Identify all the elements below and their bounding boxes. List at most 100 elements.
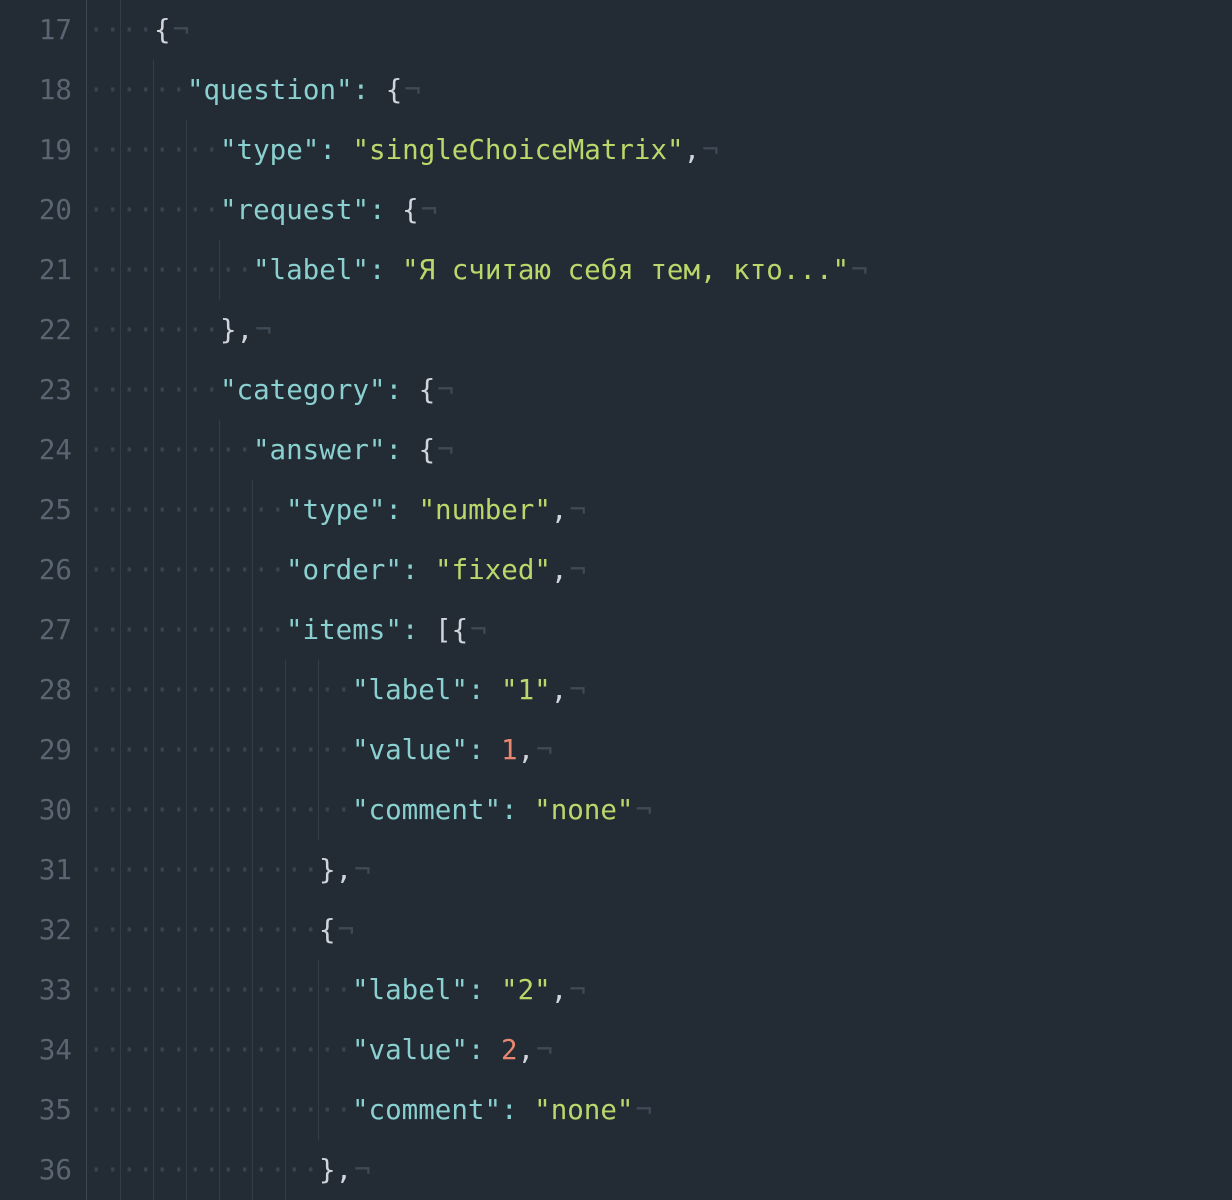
token-plain: [402, 374, 419, 406]
code-line[interactable]: 34················"value": 2,¬: [0, 1020, 1232, 1080]
token-plain: ,: [336, 1154, 353, 1186]
token-plain: ,: [518, 734, 535, 766]
indent-guide: ··: [120, 240, 154, 300]
line-number: 19: [0, 120, 88, 180]
code-content[interactable]: ··········"answer": {¬: [88, 420, 1232, 480]
code-content[interactable]: ············"order": "fixed",¬: [88, 540, 1232, 600]
code-line[interactable]: 29················"value": 1,¬: [0, 720, 1232, 780]
code-content[interactable]: ····{¬: [88, 0, 1232, 60]
indent-guide: ··: [153, 420, 187, 480]
code-line[interactable]: 25············"type": "number",¬: [0, 480, 1232, 540]
eol-marker: ¬: [354, 1154, 371, 1186]
code-line[interactable]: 31··············},¬: [0, 840, 1232, 900]
indent-guide: ··: [120, 60, 154, 120]
code-content[interactable]: ········},¬: [88, 300, 1232, 360]
code-content[interactable]: ··············},¬: [88, 840, 1232, 900]
code-line[interactable]: 24··········"answer": {¬: [0, 420, 1232, 480]
indent-guide: ··: [186, 660, 220, 720]
indent-guide: ··: [186, 240, 220, 300]
code-content[interactable]: ················"label": "2",¬: [88, 960, 1232, 1020]
indent-guide: ··: [120, 660, 154, 720]
code-content[interactable]: ············"items": [{¬: [88, 600, 1232, 660]
line-number: 21: [0, 240, 88, 300]
indent-guide: ··: [219, 1140, 253, 1200]
code-line[interactable]: 32··············{¬: [0, 900, 1232, 960]
indent-guide: ··: [219, 840, 253, 900]
token-key: :: [468, 974, 485, 1006]
indent-guide: ··: [252, 840, 286, 900]
indent-guide: ··: [153, 1020, 187, 1080]
eol-marker: ¬: [338, 914, 355, 946]
eol-marker: ¬: [404, 74, 421, 106]
token-plain: [386, 194, 403, 226]
indent-guide: ··: [88, 900, 121, 960]
eol-marker: ¬: [536, 1034, 553, 1066]
code-line[interactable]: 22········},¬: [0, 300, 1232, 360]
eol-marker: ¬: [851, 254, 868, 286]
code-content[interactable]: ················"comment": "none"¬: [88, 1080, 1232, 1140]
code-line[interactable]: 18······"question": {¬: [0, 60, 1232, 120]
code-content[interactable]: ················"value": 2,¬: [88, 1020, 1232, 1080]
code-line[interactable]: 26············"order": "fixed",¬: [0, 540, 1232, 600]
eol-marker: ¬: [569, 974, 586, 1006]
line-number: 26: [0, 540, 88, 600]
indent-guide: ··: [285, 1080, 319, 1140]
code-line[interactable]: 21··········"label": "Я считаю себя тем,…: [0, 240, 1232, 300]
line-number: 22: [0, 300, 88, 360]
code-line[interactable]: 35················"comment": "none"¬: [0, 1080, 1232, 1140]
indent-guide: ··: [186, 720, 220, 780]
token-key: "label": [352, 974, 468, 1006]
indent-guide: ··: [153, 1140, 187, 1200]
indent-guide: ··: [252, 660, 286, 720]
code-line[interactable]: 28················"label": "1",¬: [0, 660, 1232, 720]
code-content[interactable]: ················"comment": "none"¬: [88, 780, 1232, 840]
token-plain: [385, 254, 402, 286]
code-content[interactable]: ········"category": {¬: [88, 360, 1232, 420]
token-key: "order": [286, 554, 402, 586]
code-line[interactable]: 20········"request": {¬: [0, 180, 1232, 240]
code-line[interactable]: 30················"comment": "none"¬: [0, 780, 1232, 840]
indent-guide: ··: [285, 900, 319, 960]
token-num: 2: [501, 1034, 518, 1066]
code-content[interactable]: ······"question": {¬: [88, 60, 1232, 120]
line-number: 28: [0, 660, 88, 720]
code-content[interactable]: ················"value": 1,¬: [88, 720, 1232, 780]
token-key: "value": [352, 734, 468, 766]
indent-guide: ··: [285, 840, 319, 900]
token-plain: {: [452, 614, 469, 646]
code-content[interactable]: ··········"label": "Я считаю себя тем, к…: [88, 240, 1232, 300]
indent-guide: ··: [219, 660, 253, 720]
line-number: 34: [0, 1020, 88, 1080]
code-line[interactable]: 33················"label": "2",¬: [0, 960, 1232, 1020]
indent-guide: ··: [120, 480, 154, 540]
token-str: "none": [534, 1094, 633, 1126]
indent-guide: ··: [318, 1080, 352, 1140]
eol-marker: ¬: [421, 194, 438, 226]
token-punct: [: [435, 614, 452, 646]
code-content[interactable]: ········"type": "singleChoiceMatrix",¬: [88, 120, 1232, 180]
code-editor[interactable]: 17····{¬18······"question": {¬19········…: [0, 0, 1232, 1200]
indent-guide: ··: [88, 60, 121, 120]
indent-guide: ··: [219, 600, 253, 660]
token-key: :: [468, 734, 485, 766]
indent-guide: ··: [153, 660, 187, 720]
indent-guide: ··: [219, 480, 253, 540]
code-line[interactable]: 23········"category": {¬: [0, 360, 1232, 420]
code-content[interactable]: ········"request": {¬: [88, 180, 1232, 240]
indent-guide: ··: [186, 540, 220, 600]
indent-guide: ··: [153, 720, 187, 780]
line-number: 27: [0, 600, 88, 660]
code-line[interactable]: 27············"items": [{¬: [0, 600, 1232, 660]
code-line[interactable]: 36··············},¬: [0, 1140, 1232, 1200]
code-content[interactable]: ··············{¬: [88, 900, 1232, 960]
indent-guide: ··: [88, 120, 121, 180]
indent-guide: ··: [88, 300, 121, 360]
indent-guide: ··: [120, 780, 154, 840]
indent-guide: ··: [252, 1020, 286, 1080]
token-key: "type": [286, 494, 385, 526]
code-content[interactable]: ············"type": "number",¬: [88, 480, 1232, 540]
code-line[interactable]: 17····{¬: [0, 0, 1232, 60]
code-content[interactable]: ··············},¬: [88, 1140, 1232, 1200]
code-content[interactable]: ················"label": "1",¬: [88, 660, 1232, 720]
code-line[interactable]: 19········"type": "singleChoiceMatrix",¬: [0, 120, 1232, 180]
